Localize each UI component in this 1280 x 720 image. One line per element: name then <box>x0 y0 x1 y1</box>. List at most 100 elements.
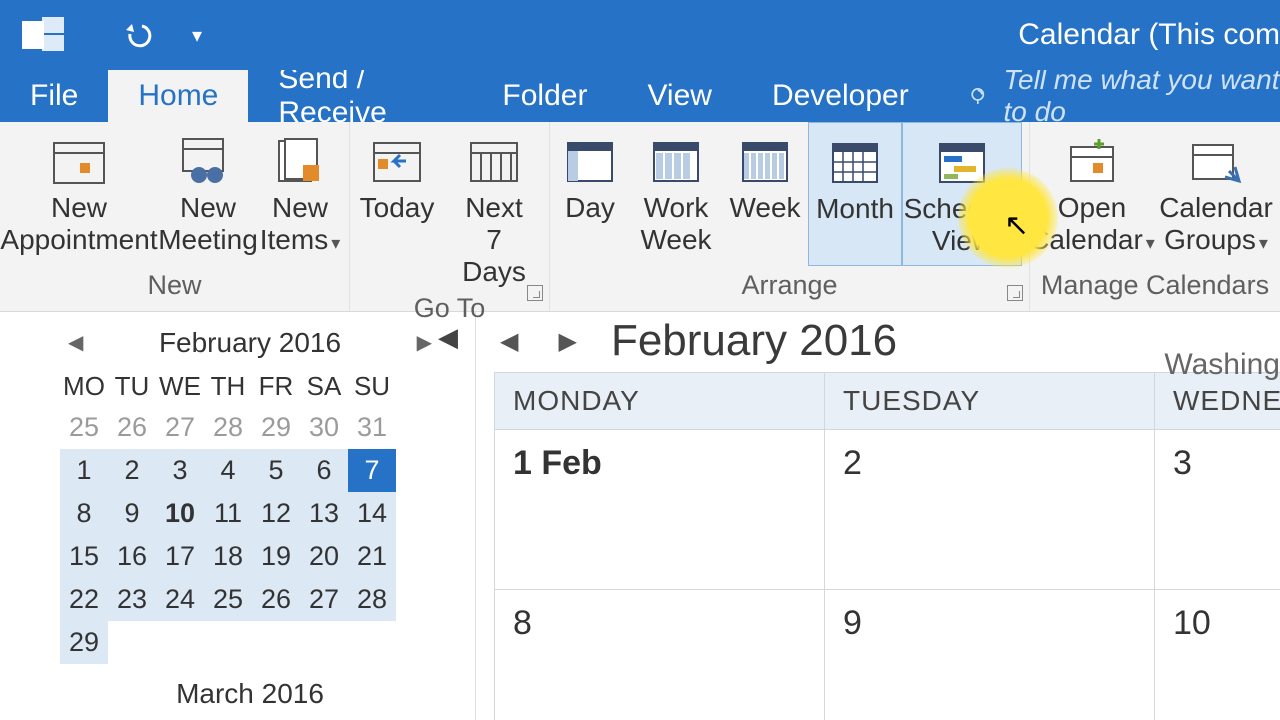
mini-day-cell[interactable]: 20 <box>300 535 348 578</box>
day-button[interactable]: Day <box>550 122 630 266</box>
mini-day-cell[interactable]: 22 <box>60 578 108 621</box>
mini-day-cell[interactable]: 25 <box>60 406 108 449</box>
month-icon <box>831 131 879 193</box>
undo-icon[interactable] <box>122 20 156 50</box>
next7-icon <box>467 130 521 192</box>
group-label-manage: Manage Calendars <box>1030 266 1280 311</box>
tell-me-search[interactable]: Tell me what you want to do <box>969 70 1280 122</box>
mini-day-cell[interactable]: 12 <box>252 492 300 535</box>
mini-day-cell[interactable]: 31 <box>348 406 396 449</box>
calendar-header: ◀ ▶ February 2016 <box>494 314 1280 372</box>
mini-day-cell[interactable]: 30 <box>300 406 348 449</box>
mini-day-cell[interactable]: 10 <box>156 492 204 535</box>
tab-send-receive[interactable]: Send / Receive <box>248 70 472 122</box>
mini-dow-label: MO <box>60 367 108 406</box>
column-header: MONDAY <box>495 373 825 430</box>
open-calendar-button[interactable]: Open Calendar <box>1030 122 1154 266</box>
mini-day-cell[interactable]: 25 <box>204 578 252 621</box>
mini-day-cell[interactable]: 24 <box>156 578 204 621</box>
mini-day-cell[interactable]: 9 <box>108 492 156 535</box>
mini-day-cell[interactable]: 28 <box>204 406 252 449</box>
tab-developer[interactable]: Developer <box>742 70 939 122</box>
mini-day-cell[interactable]: 1 <box>60 449 108 492</box>
mini-day-cell[interactable]: 4 <box>204 449 252 492</box>
new-appointment-button[interactable]: New Appointment <box>0 122 158 266</box>
mini-day-cell[interactable]: 15 <box>60 535 108 578</box>
group-arrange: Day Work Week Week <box>550 122 1030 311</box>
mini-day-cell[interactable]: 29 <box>60 621 108 664</box>
open-calendar-text: Open Calendar <box>1029 192 1143 255</box>
month-button[interactable]: Month <box>808 122 902 266</box>
mini-day-cell[interactable]: 29 <box>252 406 300 449</box>
today-button[interactable]: Today <box>350 122 444 289</box>
mini-dow-label: TU <box>108 367 156 406</box>
mini-day-cell[interactable]: 27 <box>156 406 204 449</box>
mini-day-cell[interactable]: 27 <box>300 578 348 621</box>
mini-dow-label: SA <box>300 367 348 406</box>
ribbon-tabs: File Home Send / Receive Folder View Dev… <box>0 70 1280 122</box>
mini-day-cell[interactable]: 2 <box>108 449 156 492</box>
schedule-view-icon <box>938 131 986 193</box>
next-period-icon[interactable]: ▶ <box>552 323 582 360</box>
mini-day-cell[interactable]: 3 <box>156 449 204 492</box>
schedule-view-label: Schedule View <box>904 193 1021 257</box>
open-calendar-label: Open Calendar <box>1029 192 1155 256</box>
goto-dialog-launcher[interactable] <box>527 285 543 301</box>
day-cell[interactable]: 9 <box>825 590 1155 720</box>
work-week-label: Work Week <box>640 192 711 256</box>
group-label-arrange: Arrange <box>550 266 1029 311</box>
mini-day-cell[interactable]: 17 <box>156 535 204 578</box>
day-cell[interactable]: 10 <box>1155 590 1280 720</box>
qat-customize-icon[interactable]: ▾ <box>192 23 202 48</box>
tab-file[interactable]: File <box>0 70 108 122</box>
calendar-groups-button[interactable]: Calendar Groups <box>1154 122 1278 266</box>
mini-day-cell <box>108 621 156 664</box>
tab-view[interactable]: View <box>617 70 741 122</box>
new-appointment-label: New Appointment <box>0 192 157 256</box>
day-cell[interactable]: 8 <box>495 590 825 720</box>
mini-day-cell[interactable]: 26 <box>252 578 300 621</box>
new-meeting-button[interactable]: New Meeting <box>158 122 258 266</box>
prev-month-icon[interactable]: ◀ <box>60 326 91 359</box>
next-7-days-button[interactable]: Next 7 Days <box>444 122 544 289</box>
tab-folder[interactable]: Folder <box>472 70 617 122</box>
mini-day-cell[interactable]: 6 <box>300 449 348 492</box>
day-cell[interactable]: 3 <box>1155 430 1280 590</box>
mini-day-cell[interactable]: 23 <box>108 578 156 621</box>
day-icon <box>566 130 614 192</box>
group-manage-calendars: Open Calendar Calendar Groups Manage Cal… <box>1030 122 1280 311</box>
column-header: TUESDAY <box>825 373 1155 430</box>
sidebar-collapse-icon[interactable]: ◀ <box>438 322 458 353</box>
mini-day-cell[interactable]: 8 <box>60 492 108 535</box>
mini-day-cell[interactable]: 5 <box>252 449 300 492</box>
calendar-groups-label: Calendar Groups <box>1159 192 1273 256</box>
tab-home[interactable]: Home <box>108 70 248 122</box>
new-items-button[interactable]: New Items <box>258 122 342 266</box>
mini-day-cell[interactable]: 16 <box>108 535 156 578</box>
mini-day-cell[interactable]: 28 <box>348 578 396 621</box>
mini-day-cell[interactable]: 11 <box>204 492 252 535</box>
calendar-groups-icon <box>1189 130 1243 192</box>
day-cell[interactable]: 2 <box>825 430 1155 590</box>
calendar-appointment-icon <box>52 130 106 192</box>
mini-day-cell[interactable]: 19 <box>252 535 300 578</box>
mini-day-cell[interactable]: 13 <box>300 492 348 535</box>
mini-day-cell[interactable]: 14 <box>348 492 396 535</box>
week-button[interactable]: Week <box>722 122 808 266</box>
week-icon <box>741 130 789 192</box>
mini-dow-label: SU <box>348 367 396 406</box>
new-items-icon <box>273 130 327 192</box>
work-week-button[interactable]: Work Week <box>630 122 722 266</box>
calendar-title: February 2016 <box>611 316 897 366</box>
mini-day-cell[interactable]: 26 <box>108 406 156 449</box>
month-grid[interactable]: MONDAYTUESDAYWEDNESE 1 Feb23 8910 <box>494 372 1280 720</box>
timezone-label: Washing <box>1164 348 1280 382</box>
mini-cal-days: 2526272829303112345678910111213141516171… <box>60 406 440 664</box>
arrange-dialog-launcher[interactable] <box>1007 285 1023 301</box>
schedule-view-button[interactable]: Schedule View <box>902 122 1022 266</box>
group-label-new: New <box>0 266 349 311</box>
mini-day-cell[interactable]: 7 <box>348 449 396 492</box>
day-cell[interactable]: 1 Feb <box>495 430 825 590</box>
mini-day-cell[interactable]: 18 <box>204 535 252 578</box>
mini-day-cell[interactable]: 21 <box>348 535 396 578</box>
